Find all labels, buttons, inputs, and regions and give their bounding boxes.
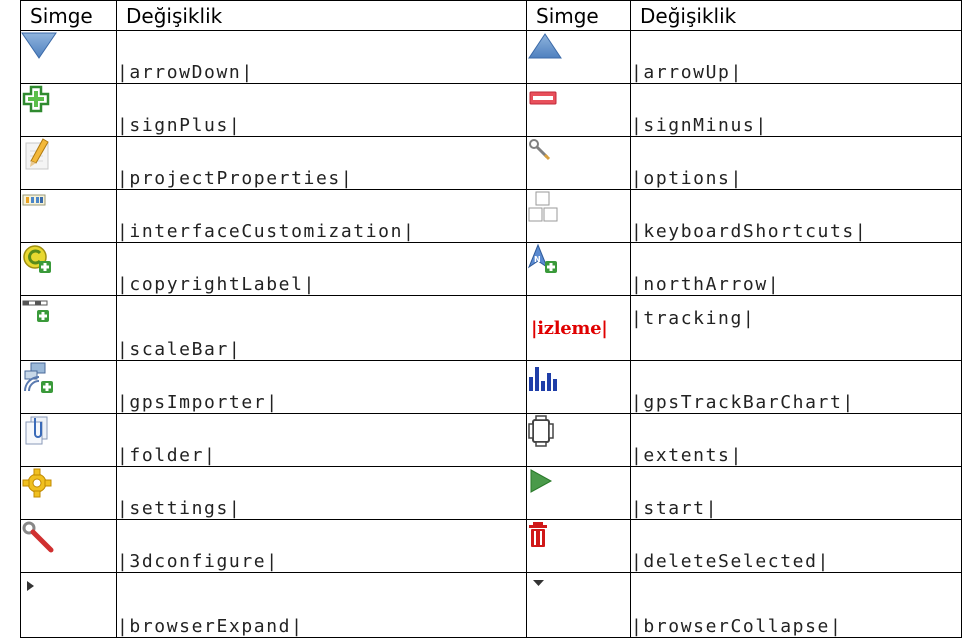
icon-cell	[526, 572, 631, 638]
sign-minus-icon	[529, 91, 557, 105]
sign-plus-icon	[22, 85, 50, 113]
icon-cell	[20, 466, 117, 520]
start-icon	[530, 469, 553, 493]
icon-cell	[526, 519, 631, 573]
table-row: |signPlus| |signMinus|	[20, 83, 962, 137]
icon-cell	[526, 30, 631, 84]
code-cell: |extents|	[630, 413, 962, 467]
code-cell: |tracking|	[630, 295, 962, 361]
icon-cell	[20, 242, 117, 296]
icon-cell	[20, 189, 117, 243]
code-cell: |folder|	[116, 413, 527, 467]
header-icon-right: Simge	[526, 0, 631, 31]
table-row: |scaleBar| |izleme| |tracking|	[20, 295, 962, 361]
table-row: |copyrightLabel| N |northArrow|	[20, 242, 962, 296]
icon-cell	[526, 413, 631, 467]
icon-cell	[20, 360, 117, 414]
table-row: |3dconfigure| |deleteSelected|	[20, 519, 962, 573]
table-row: |folder| |extents|	[20, 413, 962, 467]
header-icon-left: Simge	[20, 0, 117, 31]
code-cell: |browserCollapse|	[630, 572, 962, 638]
table-row: |arrowDown| |arrowUp|	[20, 30, 962, 84]
code-cell: |settings|	[116, 466, 527, 520]
options-icon	[529, 139, 551, 161]
code-cell: |copyrightLabel|	[116, 242, 527, 296]
scale-bar-icon	[22, 300, 49, 322]
table-row: |projectProperties| |options|	[20, 136, 962, 190]
icon-cell	[526, 466, 631, 520]
code-cell: |signPlus|	[116, 83, 527, 137]
icon-cell	[20, 295, 117, 361]
keyboard-shortcuts-icon	[528, 191, 558, 222]
browser-collapse-icon	[533, 580, 544, 586]
header-change-right: Değişiklik	[630, 0, 962, 31]
3d-configure-icon	[22, 521, 54, 553]
code-cell: |interfaceCustomization|	[116, 189, 527, 243]
code-cell: |gpsTrackBarChart|	[630, 360, 962, 414]
code-cell: |deleteSelected|	[630, 519, 962, 573]
settings-icon	[22, 468, 52, 498]
icon-cell	[526, 83, 631, 137]
code-cell: |gpsImporter|	[116, 360, 527, 414]
code-cell: |northArrow|	[630, 242, 962, 296]
delete-selected-icon	[529, 522, 547, 547]
code-cell: |3dconfigure|	[116, 519, 527, 573]
gps-importer-icon	[24, 362, 53, 393]
table-row: |settings| |start|	[20, 466, 962, 520]
icon-cell	[20, 30, 117, 84]
arrow-down-icon	[21, 32, 57, 59]
icon-cell	[526, 136, 631, 190]
table-header-row: Simge Değişiklik Simge Değişiklik	[20, 0, 962, 31]
code-cell: |signMinus|	[630, 83, 962, 137]
icon-cell: |izleme|	[526, 295, 631, 361]
tracking-substitution-label: |izleme|	[531, 318, 608, 339]
interface-customization-icon	[22, 194, 46, 206]
icon-cell	[20, 519, 117, 573]
extents-icon	[528, 415, 554, 447]
code-cell: |arrowUp|	[630, 30, 962, 84]
project-properties-icon	[25, 138, 49, 170]
icon-cell	[20, 83, 117, 137]
table-row: |gpsImporter| |gpsTrackBarChart|	[20, 360, 962, 414]
svg-text:N: N	[534, 255, 541, 264]
header-change-left: Değişiklik	[116, 0, 527, 31]
folder-icon	[25, 416, 48, 445]
arrow-up-icon	[528, 33, 562, 59]
code-cell: |projectProperties|	[116, 136, 527, 190]
copyright-label-icon	[23, 245, 51, 273]
icon-cell	[526, 360, 631, 414]
code-cell: |arrowDown|	[116, 30, 527, 84]
code-cell: |options|	[630, 136, 962, 190]
icon-substitution-table: Simge Değişiklik Simge Değişiklik |arrow…	[20, 0, 962, 638]
code-cell: |start|	[630, 466, 962, 520]
icon-cell	[20, 413, 117, 467]
table-row: |browserExpand| |browserCollapse|	[20, 572, 962, 638]
icon-cell: N	[526, 242, 631, 296]
code-cell: |browserExpand|	[116, 572, 527, 638]
icon-cell	[526, 189, 631, 243]
gps-track-bar-chart-icon	[529, 367, 557, 391]
code-cell: |keyboardShortcuts|	[630, 189, 962, 243]
code-cell: |scaleBar|	[116, 295, 527, 361]
table-row: |interfaceCustomization| |keyboardShortc…	[20, 189, 962, 243]
icon-cell	[20, 572, 117, 638]
browser-expand-icon	[27, 581, 34, 591]
icon-cell	[20, 136, 117, 190]
north-arrow-icon: N	[527, 243, 557, 273]
